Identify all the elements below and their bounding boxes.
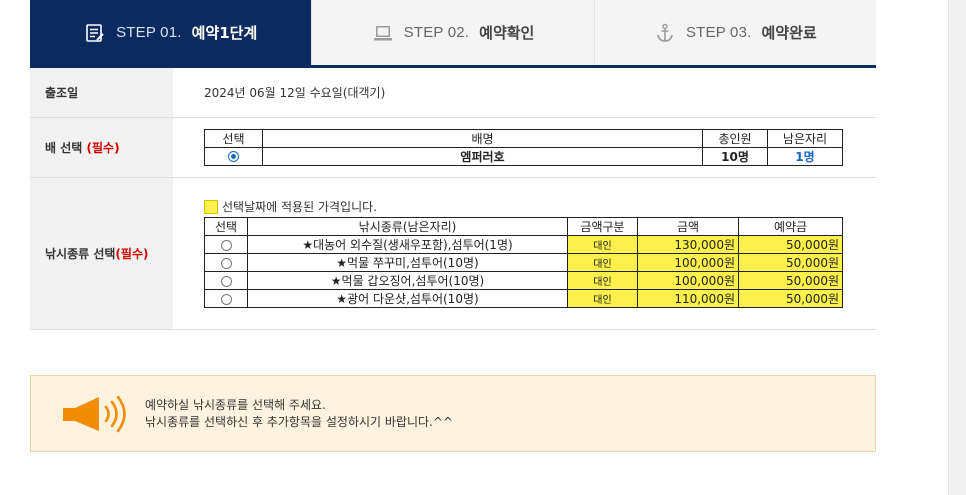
fishing-deposit: 50,000원 xyxy=(738,235,843,254)
fishing-deposit: 50,000원 xyxy=(738,253,843,272)
boat-col-name: 배명 xyxy=(262,128,703,148)
step-2-name: 예약확인 xyxy=(479,24,535,42)
fishing-price: 100,000원 xyxy=(637,271,739,290)
price-note-text: 선택날짜에 적용된 가격입니다. xyxy=(222,200,377,214)
boat-remaining: 1명 xyxy=(767,146,843,166)
fishing-select-cell[interactable] xyxy=(204,271,248,290)
megaphone-icon xyxy=(61,392,129,436)
fishing-table: 선택 낚시종류(남은자리) 금액구분 금액 예약금 ★대농어 외수질(생새우포함… xyxy=(204,217,843,308)
fishing-required-badge: (필수) xyxy=(115,246,149,261)
boat-label: 배 선택 xyxy=(45,140,83,155)
boat-radio[interactable] xyxy=(228,151,239,162)
fishing-category: 대인 xyxy=(567,289,638,308)
departure-row: 출조일 2024년 06월 12일 수요일(대객기) xyxy=(30,68,876,118)
notice-text: 예약하실 낚시종류를 선택해 주세요. 낚시종류를 선택하신 후 추가항목을 설… xyxy=(145,397,453,431)
fishing-col-type: 낚시종류(남은자리) xyxy=(247,217,568,236)
fishing-radio[interactable] xyxy=(220,275,232,287)
fishing-price: 130,000원 xyxy=(637,235,739,254)
boat-total: 10명 xyxy=(702,146,768,166)
fishing-deposit: 50,000원 xyxy=(738,271,843,290)
fishing-option-row[interactable]: ★광어 다운샷,섬투어(10명) 대인 110,000원 50,000원 xyxy=(204,289,843,308)
fishing-category: 대인 xyxy=(567,271,638,290)
fishing-radio[interactable] xyxy=(220,239,232,251)
boat-label-cell: 배 선택 (필수) xyxy=(30,117,173,178)
reservation-form: 출조일 2024년 06월 12일 수요일(대객기) 배 선택 (필수) 선택 … xyxy=(30,68,876,330)
fishing-type: ★광어 다운샷,섬투어(10명) xyxy=(247,289,568,308)
laptop-icon xyxy=(372,22,394,44)
fishing-col-category: 금액구분 xyxy=(567,217,638,236)
boat-name: 엠퍼러호 xyxy=(262,146,703,166)
price-note: 선택날짜에 적용된 가격입니다. xyxy=(204,198,876,215)
boat-col-select: 선택 xyxy=(204,128,263,148)
boat-row-emperor[interactable]: 엠퍼러호 10명 1명 xyxy=(204,146,843,166)
fishing-radio[interactable] xyxy=(220,257,232,269)
notice-box: 예약하실 낚시종류를 선택해 주세요. 낚시종류를 선택하신 후 추가항목을 설… xyxy=(30,375,876,452)
boat-select-cell[interactable] xyxy=(204,146,263,166)
step-3-prefix: STEP 03. xyxy=(685,24,752,41)
departure-label: 출조일 xyxy=(30,68,173,118)
step-1-name: 예약1단계 xyxy=(191,24,258,42)
fishing-col-select: 선택 xyxy=(204,217,248,236)
fishing-price: 100,000원 xyxy=(637,253,739,272)
fishing-price: 110,000원 xyxy=(637,289,739,308)
notice-line-2: 낚시종류를 선택하신 후 추가항목을 설정하시기 바랍니다.^^ xyxy=(145,414,453,429)
step-3-tab: STEP 03. 예약완료 xyxy=(593,0,876,65)
fishing-label-cell: 낚시종류 선택(필수) xyxy=(30,177,173,330)
step-3-name: 예약완료 xyxy=(761,24,817,42)
step-progress: STEP 01. 예약1단계 STEP 02. 예약확인 STEP 03. 예약… xyxy=(30,0,876,68)
notice-line-1: 예약하실 낚시종류를 선택해 주세요. xyxy=(145,397,326,412)
fishing-select-cell[interactable] xyxy=(204,235,248,254)
fishing-col-deposit: 예약금 xyxy=(738,217,843,236)
fishing-col-price: 금액 xyxy=(637,217,739,236)
fishing-option-row[interactable]: ★먹물 쭈꾸미,섬투어(10명) 대인 100,000원 50,000원 xyxy=(204,253,843,272)
boat-table-cell: 선택 배명 총인원 남은자리 엠퍼러호 10명 1명 xyxy=(173,117,876,178)
boat-col-total: 총인원 xyxy=(702,128,768,148)
boat-col-remaining: 남은자리 xyxy=(767,128,843,148)
fishing-deposit: 50,000원 xyxy=(738,289,843,308)
departure-value: 2024년 06월 12일 수요일(대객기) xyxy=(173,68,876,118)
step-2-prefix: STEP 02. xyxy=(403,24,470,41)
step-2-tab: STEP 02. 예약확인 xyxy=(311,0,594,65)
fishing-option-row[interactable]: ★먹물 갑오징어,섬투어(10명) 대인 100,000원 50,000원 xyxy=(204,271,843,290)
fishing-radio[interactable] xyxy=(220,293,232,305)
fishing-label: 낚시종류 선택 xyxy=(45,246,116,261)
step-1-prefix: STEP 01. xyxy=(116,24,182,41)
anchor-icon xyxy=(654,22,676,44)
fishing-row: 낚시종류 선택(필수) 선택날짜에 적용된 가격입니다. 선택 낚시종류(남은자… xyxy=(30,177,876,330)
fishing-type: ★먹물 쭈꾸미,섬투어(10명) xyxy=(247,253,568,272)
form-list-icon xyxy=(84,22,106,44)
fishing-select-cell[interactable] xyxy=(204,289,248,308)
boat-required-badge: (필수) xyxy=(86,140,120,155)
fishing-type: ★먹물 갑오징어,섬투어(10명) xyxy=(247,271,568,290)
step-1-tab: STEP 01. 예약1단계 xyxy=(30,0,312,65)
fishing-table-cell: 선택날짜에 적용된 가격입니다. 선택 낚시종류(남은자리) 금액구분 금액 예… xyxy=(173,177,876,330)
fishing-option-row[interactable]: ★대농어 외수질(생새우포함),섬투어(1명) 대인 130,000원 50,0… xyxy=(204,235,843,254)
boat-table: 선택 배명 총인원 남은자리 엠퍼러호 10명 1명 xyxy=(204,128,843,166)
fishing-category: 대인 xyxy=(567,253,638,272)
price-legend-swatch xyxy=(204,199,218,214)
boat-row: 배 선택 (필수) 선택 배명 총인원 남은자리 엠퍼러호 10명 1명 xyxy=(30,117,876,178)
fishing-category: 대인 xyxy=(567,235,638,254)
fishing-select-cell[interactable] xyxy=(204,253,248,272)
fishing-type: ★대농어 외수질(생새우포함),섬투어(1명) xyxy=(247,235,568,254)
page-scrollbar[interactable] xyxy=(948,0,966,495)
